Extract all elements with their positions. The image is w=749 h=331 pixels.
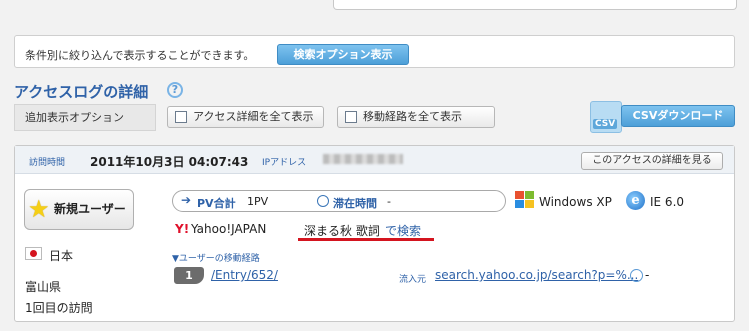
new-user-badge: ★ 新規ユーザー <box>24 189 134 230</box>
user-route-toggle[interactable]: ▼ユーザーの移動経路 <box>172 251 260 264</box>
star-icon: ★ <box>28 195 50 223</box>
checkbox-icon <box>175 111 187 123</box>
search-engine-name: Yahoo!JAPAN <box>191 222 267 236</box>
entry-header: 訪問時間 2011年10月3日 04:07:43 IPアドレス このアクセスの詳… <box>15 146 734 174</box>
os-name: Windows XP <box>539 195 612 209</box>
filter-description: 条件別に絞り込んで表示することができます。 <box>25 49 255 62</box>
visit-count: 1回目の訪問 <box>25 301 93 315</box>
country-name: 日本 <box>49 249 74 263</box>
help-icon[interactable]: ? <box>167 82 183 98</box>
csv-file-icon[interactable]: CSV <box>590 101 622 133</box>
csv-download-button[interactable]: CSVダウンロード <box>621 105 735 127</box>
ip-address-label: IPアドレス <box>262 158 307 168</box>
japan-flag-icon <box>25 247 42 260</box>
checkbox-icon <box>345 111 357 123</box>
referrer-label: 流入元 <box>399 275 427 285</box>
keyword-highlight-underline <box>298 238 434 241</box>
show-all-access-details-checkbox[interactable]: アクセス詳細を全て表示 <box>167 106 324 128</box>
referrer-link[interactable]: search.yahoo.co.jp/search?p=%... <box>435 268 638 282</box>
route-page-link[interactable]: /Entry/652/ <box>211 268 278 282</box>
route-step-badge: 1 <box>174 267 204 284</box>
user-type-label: 新規ユーザー <box>54 202 126 216</box>
yahoo-icon: Y! <box>175 222 190 236</box>
csv-icon-label: CSV <box>593 119 618 129</box>
pv-total-value: 1PV <box>247 195 269 208</box>
filter-panel: 条件別に絞り込んで表示することができます。 検索オプション表示 <box>14 35 735 68</box>
visit-datetime: 2011年10月3日 04:07:43 <box>90 155 249 169</box>
stay-time-value: - <box>387 195 391 208</box>
arrow-right-icon: ➔ <box>181 193 192 207</box>
ip-address-blurred <box>323 154 403 164</box>
access-log-entry: 訪問時間 2011年10月3日 04:07:43 IPアドレス このアクセスの詳… <box>14 145 735 322</box>
search-options-button[interactable]: 検索オプション表示 <box>277 44 409 65</box>
show-all-routes-checkbox[interactable]: 移動経路を全て表示 <box>337 106 495 128</box>
browser-name: IE 6.0 <box>650 195 685 209</box>
page-title: アクセスログの詳細 <box>14 83 149 101</box>
pv-stay-summary: ➔ PV合計 1PV 滞在時間 - <box>172 190 506 212</box>
checkbox-label: アクセス詳細を全て表示 <box>193 110 314 123</box>
pv-total-label: PV合計 <box>197 197 236 210</box>
clock-icon <box>317 195 329 207</box>
windows-icon <box>515 191 535 209</box>
internet-explorer-icon: e <box>626 191 645 210</box>
prefecture-name: 富山県 <box>25 280 62 294</box>
search-keyword: 深まる秋 歌詞 <box>304 224 380 238</box>
view-access-detail-button[interactable]: このアクセスの詳細を見る <box>581 152 723 170</box>
checkbox-label: 移動経路を全て表示 <box>363 110 462 123</box>
stay-time-label: 滞在時間 <box>333 197 377 210</box>
route-time-value: - <box>645 268 650 282</box>
visit-time-label: 訪問時間 <box>29 158 66 168</box>
additional-options-label: 追加表示オプション <box>14 104 156 131</box>
timer-icon <box>630 269 643 282</box>
top-panel <box>333 0 737 10</box>
search-suffix: で検索 <box>385 224 422 238</box>
